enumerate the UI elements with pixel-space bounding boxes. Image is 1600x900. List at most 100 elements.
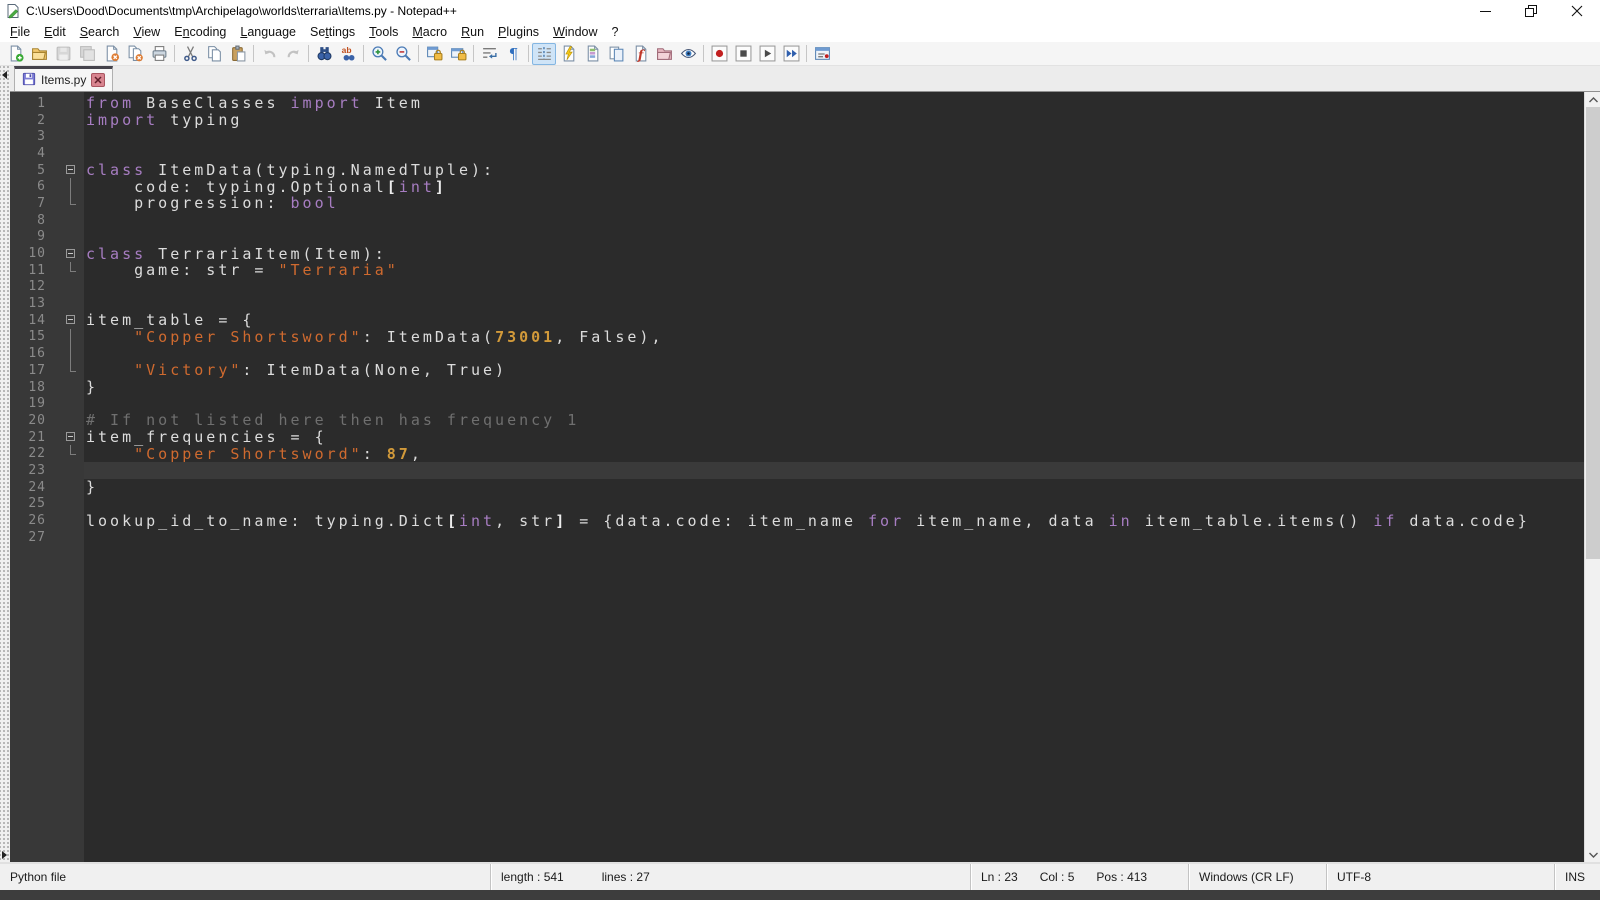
code-line-26[interactable]: 26lookup_id_to_name: typing.Dict[int, st… — [10, 512, 1584, 529]
cut-icon[interactable] — [178, 43, 202, 65]
code-line-4[interactable]: 4 — [10, 145, 1584, 162]
macro-record-icon[interactable] — [707, 43, 731, 65]
paste-icon[interactable] — [226, 43, 250, 65]
code-line-18[interactable]: 18} — [10, 379, 1584, 396]
macro-playback-icon[interactable] — [755, 43, 779, 65]
code-line-9[interactable]: 9 — [10, 229, 1584, 246]
macro-save-icon[interactable] — [810, 43, 834, 65]
menu-plugins[interactable]: Plugins — [491, 23, 546, 41]
menu-edit[interactable]: Edit — [37, 23, 73, 41]
menu-window[interactable]: Window — [546, 23, 604, 41]
code-line-10[interactable]: 10class TerrariaItem(Item): — [10, 245, 1584, 262]
line-number: 27 — [10, 530, 54, 545]
code-text: item_table = { — [86, 311, 254, 329]
show-all-characters-icon[interactable]: ¶ — [501, 43, 525, 65]
fold-collapse-icon[interactable] — [54, 312, 84, 329]
macro-run-multiple-icon[interactable] — [779, 43, 803, 65]
fold-margin-cell — [54, 112, 84, 129]
menu-settings[interactable]: Settings — [303, 23, 362, 41]
monitoring-icon[interactable] — [676, 43, 700, 65]
menu-search[interactable]: Search — [73, 23, 127, 41]
menu-language[interactable]: Language — [233, 23, 303, 41]
fold-margin-cell — [54, 345, 84, 362]
line-number: 23 — [10, 463, 54, 478]
menu-help[interactable]: ? — [605, 23, 626, 41]
code-line-12[interactable]: 12 — [10, 279, 1584, 296]
macro-stop-icon[interactable] — [731, 43, 755, 65]
function-list-icon[interactable]: f — [628, 43, 652, 65]
title-bar: C:\Users\Dood\Documents\tmp\Archipelago\… — [0, 0, 1600, 22]
close-window-button[interactable] — [1554, 0, 1600, 22]
zoom-in-icon[interactable] — [367, 43, 391, 65]
save-all-icon[interactable] — [75, 43, 99, 65]
line-number: 3 — [10, 129, 54, 144]
code-line-11[interactable]: 11 game: str = "Terraria" — [10, 262, 1584, 279]
new-file-icon[interactable] — [3, 43, 27, 65]
menu-file[interactable]: File — [3, 23, 37, 41]
code-line-13[interactable]: 13 — [10, 295, 1584, 312]
status-insert-mode[interactable]: INS — [1554, 864, 1600, 890]
code-line-8[interactable]: 8 — [10, 212, 1584, 229]
zoom-out-icon[interactable] — [391, 43, 415, 65]
code-line-16[interactable]: 16 — [10, 345, 1584, 362]
folder-as-workspace-icon[interactable] — [652, 43, 676, 65]
minimize-button[interactable] — [1462, 0, 1508, 22]
menu-view[interactable]: View — [126, 23, 167, 41]
function-completion-icon[interactable] — [556, 43, 580, 65]
scrollbar-thumb[interactable] — [1586, 107, 1600, 559]
code-text: from BaseClasses import Item — [86, 94, 423, 112]
fold-collapse-icon[interactable] — [54, 245, 84, 262]
open-file-icon[interactable] — [27, 43, 51, 65]
sync-scroll-vertical-icon[interactable] — [422, 43, 446, 65]
sync-scroll-horizontal-icon[interactable] — [446, 43, 470, 65]
code-line-6[interactable]: 6 code: typing.Optional[int] — [10, 178, 1584, 195]
scroll-down-icon[interactable] — [1585, 847, 1600, 862]
document-list-icon[interactable] — [604, 43, 628, 65]
fold-collapse-icon[interactable] — [54, 162, 84, 179]
menu-encoding[interactable]: Encoding — [167, 23, 233, 41]
word-wrap-icon[interactable] — [477, 43, 501, 65]
dock-expand-right-icon[interactable] — [2, 851, 7, 859]
code-line-19[interactable]: 19 — [10, 395, 1584, 412]
redo-icon[interactable] — [281, 43, 305, 65]
code-area[interactable]: 1from BaseClasses import Item2import typ… — [10, 92, 1584, 546]
replace-icon[interactable]: ab — [336, 43, 360, 65]
undo-icon[interactable] — [257, 43, 281, 65]
vertical-scrollbar[interactable] — [1584, 92, 1600, 862]
code-line-7[interactable]: 7 progression: bool — [10, 195, 1584, 212]
code-line-17[interactable]: 17 "Victory": ItemData(None, True) — [10, 362, 1584, 379]
dock-collapse-left-icon[interactable] — [2, 71, 7, 79]
code-line-1[interactable]: 1from BaseClasses import Item — [10, 95, 1584, 112]
code-line-20[interactable]: 20# If not listed here then has frequenc… — [10, 412, 1584, 429]
tab-close-icon[interactable] — [91, 73, 105, 87]
document-map-icon[interactable] — [580, 43, 604, 65]
fold-margin-cell — [54, 262, 84, 279]
code-line-14[interactable]: 14item_table = { — [10, 312, 1584, 329]
close-all-icon[interactable] — [123, 43, 147, 65]
fold-collapse-icon[interactable] — [54, 429, 84, 446]
find-icon[interactable] — [312, 43, 336, 65]
print-icon[interactable] — [147, 43, 171, 65]
dock-grip[interactable] — [0, 66, 10, 862]
close-file-icon[interactable] — [99, 43, 123, 65]
menu-run[interactable]: Run — [454, 23, 491, 41]
tab-items-py[interactable]: Items.py — [14, 66, 113, 91]
code-line-24[interactable]: 24} — [10, 479, 1584, 496]
code-line-27[interactable]: 27 — [10, 529, 1584, 546]
save-file-icon[interactable] — [51, 43, 75, 65]
code-line-15[interactable]: 15 "Copper Shortsword": ItemData(73001, … — [10, 329, 1584, 346]
restore-button[interactable] — [1508, 0, 1554, 22]
indent-guide-icon[interactable] — [532, 43, 556, 65]
copy-icon[interactable] — [202, 43, 226, 65]
menu-macro[interactable]: Macro — [405, 23, 454, 41]
editor[interactable]: 1from BaseClasses import Item2import typ… — [10, 92, 1600, 862]
code-line-23[interactable]: 23 — [10, 462, 1584, 479]
code-line-5[interactable]: 5class ItemData(typing.NamedTuple): — [10, 162, 1584, 179]
code-line-2[interactable]: 2import typing — [10, 112, 1584, 129]
menu-tools[interactable]: Tools — [362, 23, 405, 41]
scroll-up-icon[interactable] — [1585, 92, 1600, 107]
code-line-3[interactable]: 3 — [10, 128, 1584, 145]
code-line-22[interactable]: 22 "Copper Shortsword": 87, — [10, 445, 1584, 462]
code-line-21[interactable]: 21item_frequencies = { — [10, 429, 1584, 446]
code-line-25[interactable]: 25 — [10, 496, 1584, 513]
